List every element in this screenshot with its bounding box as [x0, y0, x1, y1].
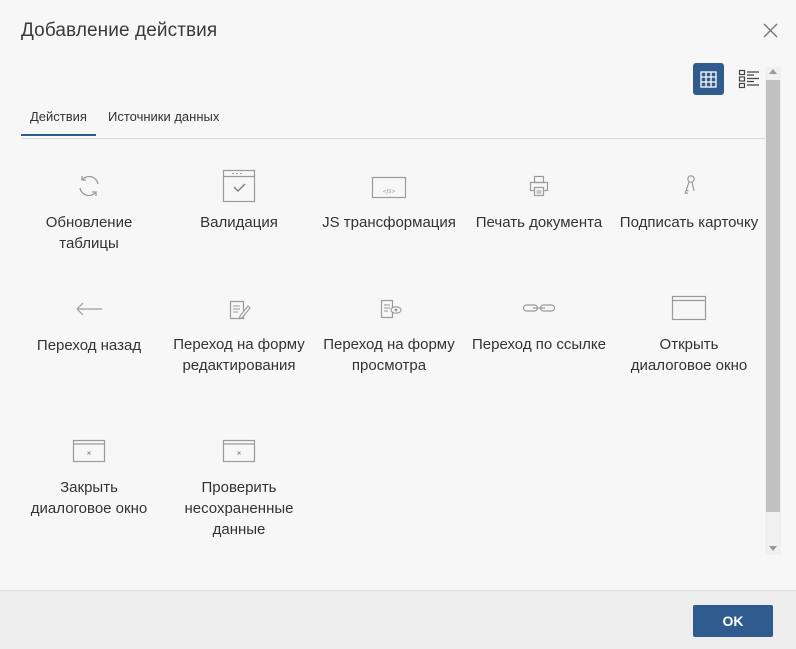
- tab-data-sources[interactable]: Источники данных: [99, 103, 228, 136]
- js-window-icon: <JS>: [371, 176, 407, 199]
- action-validation[interactable]: Валидация: [164, 166, 314, 288]
- action-label: Переход на форму редактирования: [173, 336, 305, 374]
- scrollbar-thumb[interactable]: [766, 80, 780, 512]
- tabs-divider: [21, 138, 765, 139]
- action-label: JS трансформация: [322, 214, 456, 231]
- action-go-view-form[interactable]: Переход на форму просмотра: [314, 288, 464, 410]
- grid-icon: [700, 70, 717, 88]
- action-label: Обновление таблицы: [45, 214, 133, 252]
- tab-actions[interactable]: Действия: [21, 103, 96, 136]
- link-icon: [522, 304, 556, 312]
- action-open-dialog[interactable]: Открыть диалоговое окно: [614, 288, 764, 410]
- ok-button[interactable]: OK: [693, 605, 773, 637]
- action-label: Открыть диалоговое окно: [630, 336, 748, 374]
- check-unsaved-window-icon: [222, 439, 256, 463]
- action-label: Валидация: [200, 214, 278, 231]
- action-label: Закрыть диалоговое окно: [30, 479, 148, 517]
- scrollbar[interactable]: [765, 67, 781, 555]
- dialog-footer: [0, 590, 796, 649]
- arrow-left-icon: [76, 302, 102, 316]
- validation-window-icon: [222, 169, 256, 203]
- action-js-transform[interactable]: <JS> JS трансформация: [314, 166, 464, 288]
- tab-bar: Действия Источники данных: [21, 103, 228, 136]
- scroll-down-arrow-icon[interactable]: [769, 546, 777, 551]
- close-window-icon: [72, 439, 106, 463]
- action-label: Печать документа: [475, 214, 603, 231]
- action-label: Переход назад: [36, 337, 142, 354]
- action-label: Переход на форму просмотра: [323, 336, 455, 374]
- actions-grid: Обновление таблицы Валидация <JS> JS тра…: [14, 166, 764, 538]
- action-label: Переход по ссылке: [472, 336, 606, 353]
- svg-text:<JS>: <JS>: [382, 189, 395, 195]
- list-view-button[interactable]: [733, 63, 764, 95]
- action-label: Проверить несохраненные данные: [184, 479, 294, 538]
- action-close-dialog[interactable]: Закрыть диалоговое окно: [14, 431, 164, 532]
- list-icon: [738, 69, 759, 89]
- action-go-edit-form[interactable]: Переход на форму редактирования: [164, 288, 314, 410]
- action-follow-link[interactable]: Переход по ссылке: [464, 288, 614, 410]
- action-sign-card[interactable]: Подписать карточку: [614, 166, 764, 288]
- key-sign-icon: [684, 175, 695, 195]
- scroll-up-arrow-icon[interactable]: [769, 69, 777, 74]
- edit-form-icon: [229, 300, 251, 320]
- open-window-icon: [671, 295, 707, 321]
- action-print-document[interactable]: Печать документа: [464, 166, 614, 288]
- close-icon[interactable]: [762, 22, 779, 39]
- action-go-back[interactable]: Переход назад: [14, 288, 164, 410]
- view-form-icon: [380, 299, 402, 319]
- dialog-title: Добавление действия: [21, 20, 218, 41]
- printer-icon: [529, 175, 549, 197]
- action-refresh-table[interactable]: Обновление таблицы: [14, 166, 164, 288]
- action-check-unsaved[interactable]: Проверить несохраненные данные: [164, 431, 314, 538]
- grid-view-button[interactable]: [693, 63, 724, 95]
- add-action-dialog: Добавление действия Действия Источники д…: [0, 0, 796, 649]
- action-label: Подписать карточку: [619, 214, 759, 231]
- refresh-icon: [79, 175, 99, 197]
